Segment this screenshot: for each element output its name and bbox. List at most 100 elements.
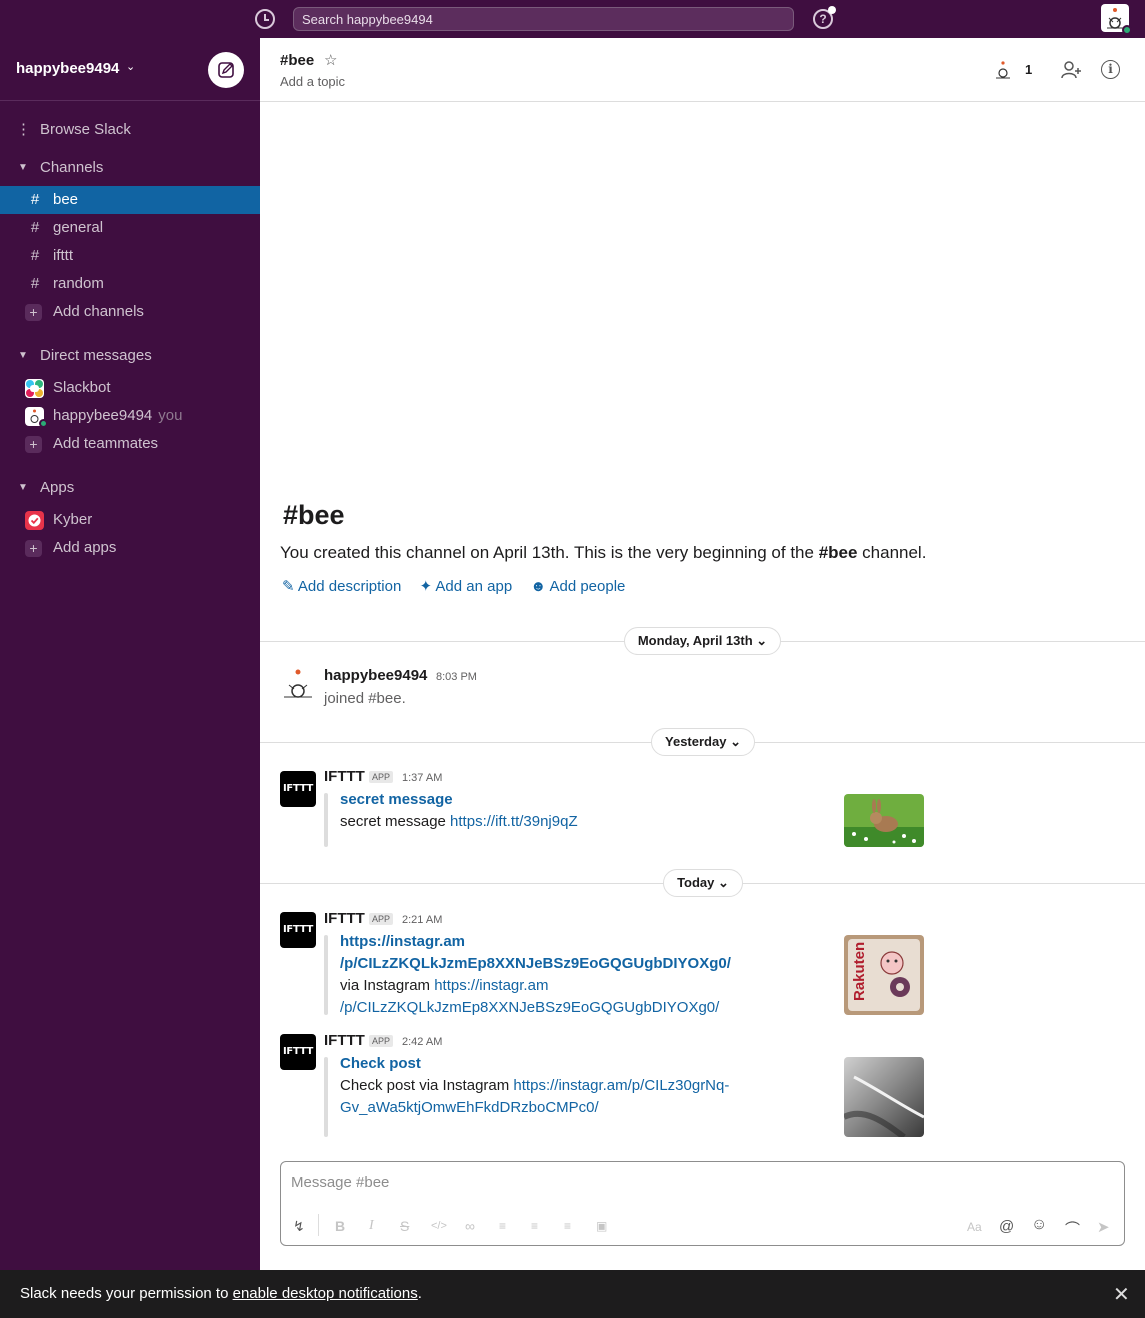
channel-header: #bee ☆ Add a topic 1 i <box>260 38 1145 102</box>
day-divider[interactable]: Today ⌄ <box>663 869 743 897</box>
message-author[interactable]: happybee9494 <box>324 667 427 684</box>
emoji-icon[interactable]: ☺ <box>1031 1216 1047 1234</box>
message-author[interactable]: IFTTT <box>324 768 365 785</box>
sidebar-item-self[interactable]: happybee9494 you <box>0 402 260 430</box>
workspace-header[interactable]: happybee9494 ⌄ <box>0 38 260 101</box>
workspace-name[interactable]: happybee9494 <box>16 60 119 77</box>
message-timestamp[interactable]: 8:03 PM <box>436 671 477 683</box>
presence-status-icon <box>39 419 48 428</box>
attachment-link[interactable]: https://instagr.am/p/CILz30grNq- <box>513 1077 729 1094</box>
compose-button[interactable] <box>208 52 244 88</box>
link-icon[interactable]: ∞ <box>465 1218 475 1234</box>
strikethrough-icon[interactable]: S <box>400 1218 409 1234</box>
ifttt-avatar[interactable]: IFTTT <box>280 1034 316 1070</box>
sidebar: happybee9494 ⌄ ⋮ Browse Slack ▼ Channels… <box>0 38 260 1270</box>
attachment-thumbnail[interactable]: Rakuten <box>844 935 924 1015</box>
attachment-link[interactable]: Gv_aWa5ktjOmwEhFkdDRzboCMPc0/ <box>340 1099 599 1116</box>
user-avatar[interactable] <box>280 664 316 700</box>
apps-section-header[interactable]: ▼ Apps <box>0 474 260 502</box>
message-input[interactable]: Message #bee <box>291 1174 389 1191</box>
member-count[interactable]: 1 <box>1025 62 1032 77</box>
compose-icon <box>218 62 234 78</box>
italic-icon[interactable]: I <box>369 1218 374 1234</box>
code-block-icon[interactable]: ▣ <box>596 1219 607 1233</box>
attachment-body: secret message https://ift.tt/39nj9qZ <box>340 813 578 830</box>
close-icon[interactable]: ✕ <box>1113 1282 1130 1307</box>
message-timestamp[interactable]: 1:37 AM <box>402 772 442 784</box>
search-input[interactable]: Search happybee9494 <box>293 7 794 31</box>
chevron-down-icon: ⌄ <box>756 633 768 648</box>
message-author[interactable]: IFTTT <box>324 910 365 927</box>
sidebar-item-random[interactable]: # random <box>0 270 260 298</box>
attachment-title[interactable]: https://instagr.am /p/CILzZKQLkJzmEp8XXN… <box>340 931 731 975</box>
caret-down-icon: ▼ <box>18 350 28 361</box>
attachment-thumbnail[interactable] <box>844 1057 924 1137</box>
channels-section-header[interactable]: ▼ Channels <box>0 154 260 182</box>
more-vertical-icon: ⋮ <box>16 121 31 138</box>
sidebar-item-slackbot[interactable]: Slackbot <box>0 374 260 402</box>
chevron-down-icon[interactable]: ⌄ <box>126 60 135 73</box>
add-teammates-button[interactable]: + Add teammates <box>0 430 260 458</box>
plus-icon: + <box>25 540 42 557</box>
attachment-thumbnail[interactable] <box>844 794 924 847</box>
star-icon[interactable]: ☆ <box>324 51 337 69</box>
member-avatar[interactable] <box>992 59 1014 81</box>
plus-icon: + <box>25 436 42 453</box>
add-description-link[interactable]: ✎ Add description <box>282 578 401 595</box>
bold-icon[interactable]: B <box>335 1218 345 1234</box>
message-timestamp[interactable]: 2:21 AM <box>402 914 442 926</box>
attachment-link[interactable]: https://instagr.am <box>434 977 548 994</box>
blockquote-icon[interactable]: ≡ <box>564 1219 571 1233</box>
attachment-title[interactable]: Check post <box>340 1053 421 1075</box>
history-icon[interactable] <box>255 9 275 29</box>
sidebar-item-ifttt[interactable]: # ifttt <box>0 242 260 270</box>
day-divider[interactable]: Yesterday ⌄ <box>651 728 755 756</box>
ifttt-avatar[interactable]: IFTTT <box>280 912 316 948</box>
message-timestamp[interactable]: 2:42 AM <box>402 1036 442 1048</box>
add-apps-button[interactable]: + Add apps <box>0 534 260 562</box>
app-badge: APP <box>369 1035 394 1047</box>
help-notification-dot <box>828 6 836 14</box>
enable-notifications-link[interactable]: enable desktop notifications <box>233 1285 418 1302</box>
intro-text: You created this channel on April 13th. … <box>280 543 927 562</box>
attachment-link[interactable]: https://ift.tt/39nj9qZ <box>450 813 578 830</box>
hash-icon: # <box>30 247 40 264</box>
top-bar: Search happybee9494 ? <box>0 0 1145 38</box>
message-composer[interactable]: Message #bee ↯ B I S </> ∞ ≡ ≡ ≡ ▣ Aa @ … <box>280 1161 1125 1246</box>
add-app-link[interactable]: ✦ Add an app <box>420 578 513 595</box>
slackbot-icon <box>25 379 44 398</box>
caret-down-icon: ▼ <box>18 482 28 493</box>
attachment-title[interactable]: secret message <box>340 789 453 811</box>
channel-title[interactable]: #bee <box>280 52 314 69</box>
sidebar-item-kyber[interactable]: Kyber <box>0 506 260 534</box>
formatting-icon[interactable]: Aa <box>967 1220 982 1234</box>
chevron-down-icon: ⌄ <box>718 875 729 890</box>
add-channels-button[interactable]: + Add channels <box>0 298 260 326</box>
shortcuts-icon[interactable]: ↯ <box>293 1218 305 1235</box>
code-icon[interactable]: </> <box>431 1220 447 1232</box>
day-divider[interactable]: Monday, April 13th ⌄ <box>624 627 781 655</box>
message-author[interactable]: IFTTT <box>324 1032 365 1049</box>
browse-slack[interactable]: ⋮ Browse Slack <box>0 116 260 144</box>
sidebar-item-bee[interactable]: # bee <box>0 186 260 214</box>
attachment-body: Check post via Instagram https://instagr… <box>340 1077 730 1116</box>
intro-title: #bee <box>283 500 345 530</box>
caret-down-icon: ▼ <box>18 162 28 173</box>
ifttt-avatar[interactable]: IFTTT <box>280 771 316 807</box>
attach-icon[interactable]: ⌒ <box>1065 1218 1080 1239</box>
add-people-link[interactable]: ☻ Add people <box>530 578 625 595</box>
add-topic-link[interactable]: Add a topic <box>280 74 345 89</box>
plus-icon: + <box>25 304 42 321</box>
mention-icon[interactable]: @ <box>999 1218 1014 1235</box>
send-icon[interactable]: ➤ <box>1097 1218 1110 1236</box>
add-user-icon: ☻ <box>530 578 547 595</box>
attachment-link[interactable]: /p/CILzZKQLkJzmEp8XXNJeBSz9EoGQGUgbDIYOX… <box>340 999 719 1016</box>
dm-section-header[interactable]: ▼ Direct messages <box>0 342 260 370</box>
info-icon[interactable]: i <box>1101 60 1120 79</box>
sidebar-item-general[interactable]: # general <box>0 214 260 242</box>
bulleted-list-icon[interactable]: ≡ <box>531 1219 538 1233</box>
hash-icon: # <box>30 275 40 292</box>
add-user-icon[interactable] <box>1060 59 1082 86</box>
kyber-icon <box>25 511 44 530</box>
ordered-list-icon[interactable]: ≡ <box>499 1219 506 1233</box>
